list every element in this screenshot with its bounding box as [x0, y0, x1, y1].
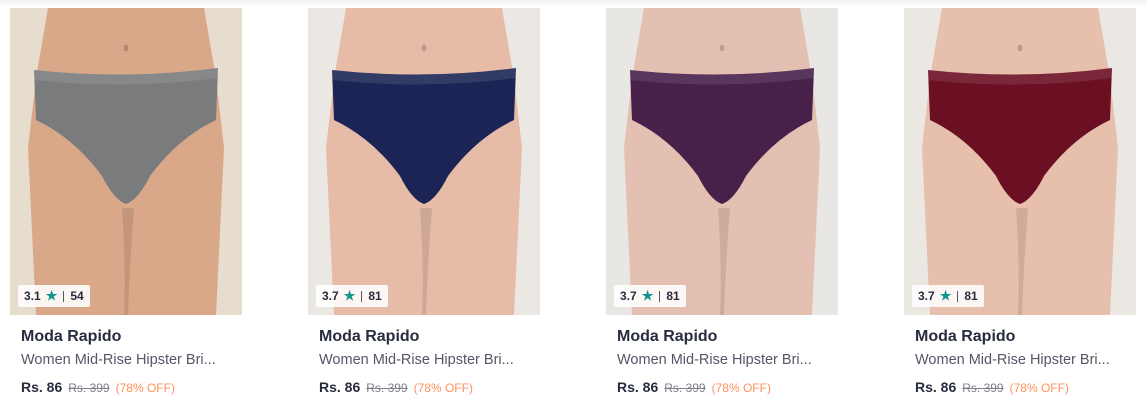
rating-badge: 3.7 ★ 81 — [912, 285, 984, 307]
product-mrp: Rs. 399 — [962, 381, 1004, 395]
product-grid: 3.1 ★ 54 Moda Rapido Women Mid-Rise Hips… — [0, 0, 1146, 411]
rating-separator — [659, 290, 661, 302]
rating-value: 3.7 — [322, 289, 339, 303]
product-title[interactable]: Women Mid-Rise Hipster Bri... — [617, 352, 832, 368]
product-discount: (78% OFF) — [711, 381, 771, 395]
product-brand[interactable]: Moda Rapido — [21, 328, 121, 346]
product-discount: (78% OFF) — [413, 381, 473, 395]
product-price: Rs. 86 — [319, 379, 361, 395]
product-brand[interactable]: Moda Rapido — [617, 328, 717, 346]
product-photo — [10, 8, 242, 315]
price-row: Rs. 86 Rs. 399 (78% OFF) — [915, 379, 1069, 395]
product-price: Rs. 86 — [617, 379, 659, 395]
rating-count: 81 — [666, 289, 680, 303]
star-icon: ★ — [45, 288, 58, 303]
rating-badge: 3.7 ★ 81 — [316, 285, 388, 307]
rating-separator — [361, 290, 363, 302]
star-icon: ★ — [939, 288, 952, 303]
rating-badge: 3.1 ★ 54 — [18, 285, 90, 307]
product-mrp: Rs. 399 — [664, 381, 706, 395]
product-price: Rs. 86 — [915, 379, 957, 395]
price-row: Rs. 86 Rs. 399 (78% OFF) — [319, 379, 473, 395]
product-title[interactable]: Women Mid-Rise Hipster Bri... — [21, 352, 236, 368]
rating-value: 3.7 — [620, 289, 637, 303]
product-mrp: Rs. 399 — [366, 381, 408, 395]
product-discount: (78% OFF) — [1009, 381, 1069, 395]
product-card[interactable]: 3.7 ★ 81 Moda Rapido Women Mid-Rise Hips… — [606, 8, 838, 408]
rating-separator — [63, 290, 65, 302]
product-photo — [904, 8, 1136, 315]
star-icon: ★ — [343, 288, 356, 303]
rating-count: 81 — [964, 289, 978, 303]
product-discount: (78% OFF) — [115, 381, 175, 395]
product-image[interactable] — [10, 8, 242, 315]
rating-count: 54 — [70, 289, 84, 303]
product-photo — [308, 8, 540, 315]
product-title[interactable]: Women Mid-Rise Hipster Bri... — [915, 352, 1130, 368]
product-card[interactable]: 3.7 ★ 81 Moda Rapido Women Mid-Rise Hips… — [904, 8, 1136, 408]
rating-value: 3.7 — [918, 289, 935, 303]
product-card[interactable]: 3.7 ★ 81 Moda Rapido Women Mid-Rise Hips… — [308, 8, 540, 408]
rating-count: 81 — [368, 289, 382, 303]
product-card[interactable]: 3.1 ★ 54 Moda Rapido Women Mid-Rise Hips… — [10, 8, 242, 408]
rating-separator — [957, 290, 959, 302]
product-image[interactable] — [606, 8, 838, 315]
product-brand[interactable]: Moda Rapido — [319, 328, 419, 346]
product-image[interactable] — [308, 8, 540, 315]
price-row: Rs. 86 Rs. 399 (78% OFF) — [21, 379, 175, 395]
product-image[interactable] — [904, 8, 1136, 315]
star-icon: ★ — [641, 288, 654, 303]
product-brand[interactable]: Moda Rapido — [915, 328, 1015, 346]
price-row: Rs. 86 Rs. 399 (78% OFF) — [617, 379, 771, 395]
rating-badge: 3.7 ★ 81 — [614, 285, 686, 307]
product-photo — [606, 8, 838, 315]
rating-value: 3.1 — [24, 289, 41, 303]
product-title[interactable]: Women Mid-Rise Hipster Bri... — [319, 352, 534, 368]
product-price: Rs. 86 — [21, 379, 63, 395]
product-mrp: Rs. 399 — [68, 381, 110, 395]
